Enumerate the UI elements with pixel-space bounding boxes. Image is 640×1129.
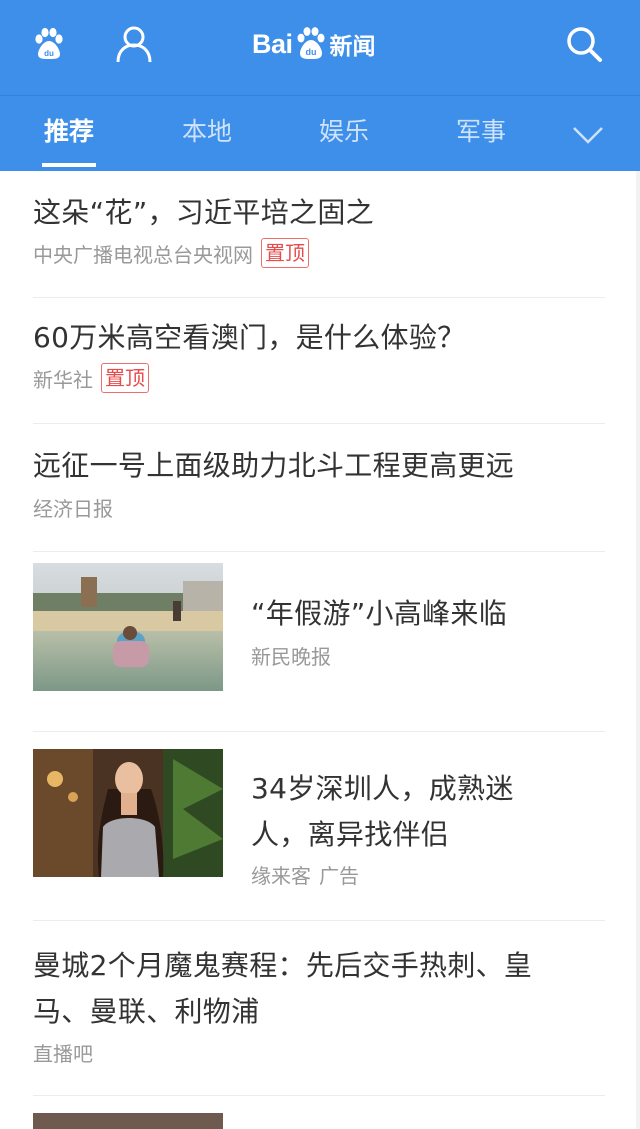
- news-title[interactable]: 60万米高空看澳门，是什么体验？: [33, 315, 605, 361]
- ad-label: 广告: [319, 864, 359, 888]
- news-feed: 这朵“花”，习近平培之固之 中央广播电视总台央视网 置顶 60万米高空看澳门，是…: [33, 171, 605, 1129]
- chevron-down-icon[interactable]: [572, 118, 604, 150]
- tab-military[interactable]: 军事: [436, 96, 526, 171]
- pinned-badge: 置顶: [261, 238, 309, 268]
- news-item-with-image[interactable]: [33, 1096, 605, 1129]
- logo-text: Bai: [252, 28, 293, 59]
- category-tabs: 推荐 本地 娱乐 军事: [0, 95, 640, 171]
- news-item[interactable]: 曼城2个月魔鬼赛程：先后交手热刺、皇 马、曼联、利物浦 直播吧: [33, 921, 605, 1096]
- logo-suffix: 新闻: [329, 34, 376, 60]
- news-source: 缘来客: [251, 864, 311, 888]
- scrollbar[interactable]: [636, 171, 640, 1129]
- ad-item-with-image[interactable]: 34岁深圳人，成熟迷 人，离异找伴侣 缘来客 广告: [33, 732, 605, 921]
- news-source: 新华社: [33, 367, 93, 392]
- top-header: du Bai du 新闻: [0, 0, 640, 95]
- news-source: 新民晚报: [251, 645, 331, 669]
- next-item-photo[interactable]: [33, 1113, 223, 1129]
- news-title[interactable]: “年假游”小高峰来临: [251, 591, 605, 637]
- woman-portrait-photo[interactable]: [33, 749, 223, 877]
- news-source: 中央广播电视总台央视网: [33, 242, 253, 267]
- news-item-with-image[interactable]: “年假游”小高峰来临 新民晚报: [33, 552, 605, 732]
- news-source: 直播吧: [33, 1042, 93, 1066]
- news-title-line1[interactable]: 34岁深圳人，成熟迷: [251, 766, 605, 812]
- news-title-line2[interactable]: 马、曼联、利物浦: [33, 989, 605, 1035]
- tab-local[interactable]: 本地: [162, 96, 252, 171]
- news-item[interactable]: 60万米高空看澳门，是什么体验？ 新华社 置顶: [33, 298, 605, 424]
- news-source: 经济日报: [33, 497, 113, 521]
- news-title[interactable]: 这朵“花”，习近平培之固之: [33, 190, 605, 236]
- tab-recommend[interactable]: 推荐: [24, 96, 114, 171]
- news-title[interactable]: 远征一号上面级助力北斗工程更高更远: [33, 443, 605, 489]
- logo-paw-icon: du: [294, 26, 328, 62]
- news-title-line2[interactable]: 人，离异找伴侣: [251, 812, 605, 858]
- svg-text:du: du: [305, 47, 316, 57]
- news-title-line1[interactable]: 曼城2个月魔鬼赛程：先后交手热刺、皇: [33, 943, 605, 989]
- user-icon[interactable]: [114, 22, 154, 66]
- baidu-paw-icon[interactable]: du: [29, 22, 69, 66]
- news-item[interactable]: 这朵“花”，习近平培之固之 中央广播电视总台央视网 置顶: [33, 171, 605, 298]
- beach-kid-photo[interactable]: [33, 563, 223, 691]
- search-icon[interactable]: [564, 22, 604, 66]
- pinned-badge: 置顶: [101, 363, 149, 393]
- baidu-news-logo[interactable]: Bai du 新闻: [252, 18, 376, 70]
- svg-text:du: du: [44, 49, 54, 58]
- news-item[interactable]: 远征一号上面级助力北斗工程更高更远 经济日报: [33, 424, 605, 552]
- tab-entertainment[interactable]: 娱乐: [299, 96, 389, 171]
